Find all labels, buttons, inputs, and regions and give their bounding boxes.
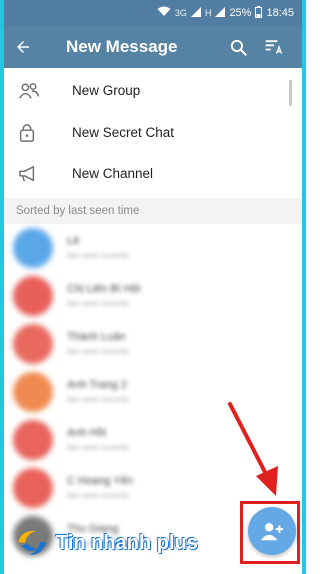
scrollbar[interactable]	[289, 80, 292, 106]
sort-icon	[265, 40, 283, 54]
group-icon	[18, 82, 58, 100]
avatar	[13, 323, 53, 364]
lock-icon	[18, 122, 58, 143]
sort-button[interactable]	[256, 29, 292, 65]
contact-name: Thành Luân	[67, 331, 126, 343]
new-channel-item[interactable]: New Channel	[4, 153, 302, 195]
contact-name: C Hoang Yến	[67, 475, 133, 487]
contact-name: Anh Hồi	[67, 427, 107, 439]
signal-icon-2	[215, 6, 226, 20]
watermark-text: Tin nhanh plus	[56, 531, 198, 554]
add-contact-button[interactable]	[248, 507, 296, 555]
avatar	[13, 419, 53, 460]
section-header: Sorted by last seen time	[4, 197, 302, 224]
megaphone-icon	[18, 165, 58, 183]
contact-status: last seen recently	[67, 491, 130, 500]
phone-frame: 3G H 25% 18:45 New Message New Group New…	[0, 0, 306, 574]
status-bar: 3G H 25% 18:45	[4, 0, 302, 26]
contact-name: Chị Liên Bì Hội	[67, 283, 141, 295]
watermark-logo	[18, 530, 46, 555]
back-button[interactable]	[14, 38, 44, 56]
network-indicator-2: H	[204, 8, 212, 18]
contact-row[interactable]: Lê last seen recently	[4, 224, 302, 272]
contact-status: last seen recently	[67, 347, 130, 356]
search-button[interactable]	[220, 29, 256, 65]
contact-status: last seen recently	[67, 251, 130, 260]
network-indicator-1: 3G	[174, 8, 187, 18]
new-group-item[interactable]: New Group	[4, 70, 302, 112]
contact-name: Lê	[67, 235, 80, 247]
new-channel-label: New Channel	[72, 166, 154, 182]
avatar	[13, 371, 53, 412]
new-secret-chat-label: New Secret Chat	[72, 124, 175, 140]
contact-status: last seen recently	[67, 299, 130, 308]
search-icon	[230, 39, 247, 56]
contact-row[interactable]: Thành Luân last seen recently	[4, 320, 302, 368]
contact-name: Anh Trang 2	[67, 379, 127, 391]
avatar	[13, 227, 53, 268]
annotation-arrow	[228, 402, 278, 496]
arrow-back-icon	[17, 41, 29, 53]
app-bar: New Message	[4, 26, 302, 68]
new-secret-chat-item[interactable]: New Secret Chat	[4, 112, 302, 154]
add-contact-icon	[260, 523, 284, 541]
avatar	[13, 467, 53, 508]
battery-icon	[255, 5, 263, 21]
signal-icon	[190, 6, 201, 20]
page-title: New Message	[66, 37, 178, 56]
contact-status: last seen recently	[67, 443, 130, 452]
clock-time: 18:45	[266, 7, 294, 19]
contact-status: last seen recently	[67, 395, 130, 404]
wifi-icon	[157, 6, 171, 20]
contact-row[interactable]: Chị Liên Bì Hội last seen recently	[4, 272, 302, 320]
avatar	[13, 275, 53, 316]
battery-percentage: 25%	[229, 7, 252, 19]
watermark: Tin nhanh plus	[16, 528, 198, 558]
new-group-label: New Group	[72, 83, 141, 99]
